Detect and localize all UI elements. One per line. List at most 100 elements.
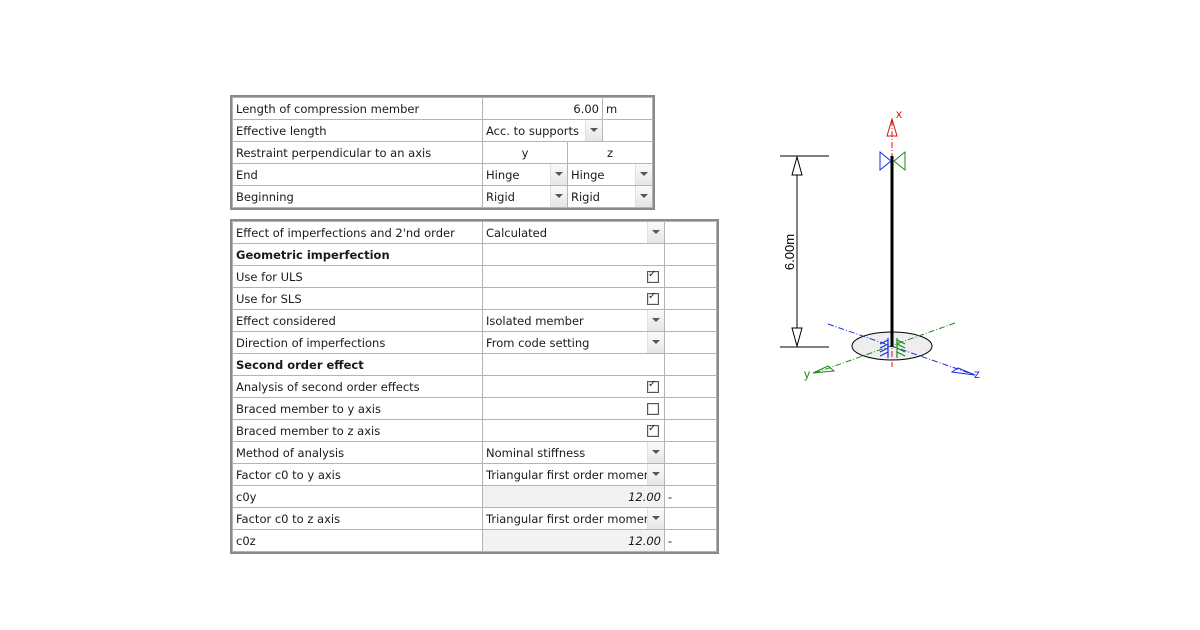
row-c0z: c0z 12.00 - bbox=[232, 529, 717, 552]
analysis-second-order-checkbox[interactable] bbox=[647, 379, 659, 393]
chevron-down-icon[interactable] bbox=[635, 164, 652, 185]
checkbox-cell bbox=[482, 397, 665, 420]
uls-checkbox[interactable] bbox=[647, 269, 659, 283]
beginning-z-dropdown[interactable]: Rigid bbox=[567, 185, 653, 208]
row-beginning: Beginning Rigid Rigid bbox=[232, 185, 653, 208]
chevron-down-icon[interactable] bbox=[647, 222, 664, 243]
row-second-header: Second order effect bbox=[232, 353, 717, 376]
c0y-factor-dropdown[interactable]: Triangular first order moment bbox=[482, 463, 665, 486]
label: Factor c0 to z axis bbox=[232, 507, 483, 530]
z-axis-line bbox=[827, 323, 976, 376]
label: Beginning bbox=[232, 185, 483, 208]
label: Effective length bbox=[232, 119, 483, 142]
dropdown-value: From code setting bbox=[486, 335, 590, 350]
label: Effect considered bbox=[232, 309, 483, 332]
c0z-factor-dropdown[interactable]: Triangular first order moment bbox=[482, 507, 665, 530]
label: c0y bbox=[232, 485, 483, 508]
chevron-down-icon[interactable] bbox=[647, 332, 664, 353]
end-y-dropdown[interactable]: Hinge bbox=[482, 163, 568, 186]
col-z-header: z bbox=[567, 141, 653, 164]
row-effective-length: Effective length Acc. to supports bbox=[232, 119, 653, 142]
braced-z-checkbox[interactable] bbox=[647, 423, 659, 437]
imperfection-settings-table: Effect of imperfections and 2'nd order C… bbox=[230, 219, 719, 554]
direction-dropdown[interactable]: From code setting bbox=[482, 331, 665, 354]
chevron-down-icon[interactable] bbox=[550, 164, 567, 185]
z-axis-label: z bbox=[974, 367, 980, 381]
row-braced-z: Braced member to z axis bbox=[232, 419, 717, 442]
effect-considered-dropdown[interactable]: Isolated member bbox=[482, 309, 665, 332]
length-unit: m bbox=[602, 97, 653, 120]
section-header: Geometric imperfection bbox=[232, 243, 483, 266]
end-z-dropdown[interactable]: Hinge bbox=[567, 163, 653, 186]
chevron-down-icon[interactable] bbox=[550, 186, 567, 207]
row-analysis: Analysis of second order effects bbox=[232, 375, 717, 398]
row-method: Method of analysis Nominal stiffness bbox=[232, 441, 717, 464]
empty-cell bbox=[664, 287, 717, 310]
label: Use for SLS bbox=[232, 287, 483, 310]
y-axis-label: y bbox=[804, 367, 810, 381]
dropdown-value: Nominal stiffness bbox=[486, 445, 586, 460]
hinge-z-icon bbox=[893, 150, 906, 172]
label: Analysis of second order effects bbox=[232, 375, 483, 398]
checkbox-cell bbox=[482, 265, 665, 288]
beginning-y-dropdown[interactable]: Rigid bbox=[482, 185, 568, 208]
empty-cell bbox=[664, 353, 717, 376]
method-dropdown[interactable]: Nominal stiffness bbox=[482, 441, 665, 464]
braced-y-checkbox[interactable] bbox=[647, 403, 659, 415]
effective-length-dropdown[interactable]: Acc. to supports bbox=[482, 119, 603, 142]
chevron-down-icon[interactable] bbox=[647, 442, 664, 463]
label: Factor c0 to y axis bbox=[232, 463, 483, 486]
checkbox-cell bbox=[482, 375, 665, 398]
unit: - bbox=[664, 485, 717, 508]
label: Direction of imperfections bbox=[232, 331, 483, 354]
length-value[interactable]: 6.00 bbox=[482, 97, 603, 120]
dropdown-value: Isolated member bbox=[486, 313, 584, 328]
chevron-down-icon[interactable] bbox=[647, 464, 664, 485]
empty-cell bbox=[482, 243, 665, 266]
row-braced-y: Braced member to y axis bbox=[232, 397, 717, 420]
dropdown-value: Triangular first order moment bbox=[486, 511, 656, 526]
label: Effect of imperfections and 2'nd order bbox=[232, 221, 483, 244]
label: Use for ULS bbox=[232, 265, 483, 288]
y-arrow-icon bbox=[812, 365, 836, 374]
empty-cell bbox=[664, 419, 717, 442]
row-c0z-factor: Factor c0 to z axis Triangular first ord… bbox=[232, 507, 717, 530]
label: End bbox=[232, 163, 483, 186]
sls-checkbox[interactable] bbox=[647, 291, 659, 305]
hinge-y-icon bbox=[879, 150, 892, 172]
empty-cell bbox=[664, 463, 717, 486]
section-header: Second order effect bbox=[232, 353, 483, 376]
x-axis-label: x bbox=[896, 107, 902, 121]
checkbox-cell bbox=[482, 419, 665, 442]
c0z-value: 12.00 bbox=[482, 529, 665, 552]
empty-cell bbox=[664, 507, 717, 530]
label: Braced member to y axis bbox=[232, 397, 483, 420]
chevron-down-icon[interactable] bbox=[647, 310, 664, 331]
row-c0y: c0y 12.00 - bbox=[232, 485, 717, 508]
empty-cell bbox=[664, 265, 717, 288]
row-effect: Effect of imperfections and 2'nd order C… bbox=[232, 221, 717, 244]
chevron-down-icon[interactable] bbox=[635, 186, 652, 207]
empty-cell bbox=[664, 243, 717, 266]
effect-dropdown[interactable]: Calculated bbox=[482, 221, 665, 244]
empty-cell bbox=[602, 119, 653, 142]
dropdown-value: Calculated bbox=[486, 225, 548, 240]
chevron-down-icon[interactable] bbox=[647, 508, 664, 529]
label: Braced member to z axis bbox=[232, 419, 483, 442]
dropdown-value: Triangular first order moment bbox=[486, 467, 656, 482]
row-sls: Use for SLS bbox=[232, 287, 717, 310]
empty-cell bbox=[482, 353, 665, 376]
row-effect-considered: Effect considered Isolated member bbox=[232, 309, 717, 332]
y-axis-line bbox=[814, 322, 956, 374]
col-y-header: y bbox=[482, 141, 568, 164]
label: c0z bbox=[232, 529, 483, 552]
chevron-down-icon[interactable] bbox=[585, 120, 602, 141]
row-restraint: Restraint perpendicular to an axis y z bbox=[232, 141, 653, 164]
checkbox-cell bbox=[482, 287, 665, 310]
label: Restraint perpendicular to an axis bbox=[232, 141, 483, 164]
member-diagram: 6.00m x y z bbox=[780, 107, 980, 381]
empty-cell bbox=[664, 331, 717, 354]
row-length: Length of compression member 6.00 m bbox=[232, 97, 653, 120]
row-end: End Hinge Hinge bbox=[232, 163, 653, 186]
dimension-label: 6.00m bbox=[782, 234, 797, 270]
